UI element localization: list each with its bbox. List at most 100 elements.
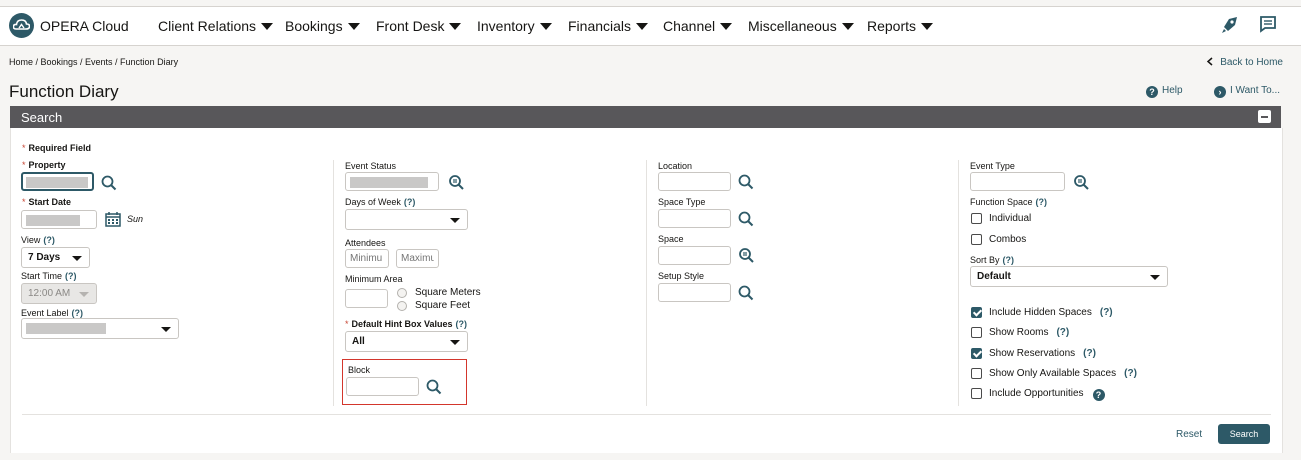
chevron-down-icon [79, 292, 89, 297]
search-icon[interactable] [738, 174, 754, 190]
reset-link[interactable]: Reset [1176, 429, 1202, 440]
show-only-available-label: Show Only Available Spaces (?) [989, 368, 1137, 379]
space-type-label: Space Type [658, 197, 706, 207]
space-type-input[interactable] [658, 209, 731, 228]
individual-checkbox[interactable] [971, 213, 982, 224]
separator [22, 414, 1271, 415]
search-icon[interactable] [426, 379, 442, 395]
column-divider [646, 160, 647, 406]
chevron-down-icon [161, 327, 171, 332]
property-input[interactable] [21, 172, 94, 191]
search-panel-title: Search [21, 110, 63, 125]
include-opportunities-label: Include Opportunities? [989, 388, 1109, 401]
chevron-down-icon [449, 23, 462, 30]
event-label-select[interactable] [21, 318, 179, 339]
search-icon[interactable] [101, 175, 117, 191]
include-hidden-spaces-label: Include Hidden Spaces (?) [989, 307, 1113, 318]
space-input[interactable] [658, 246, 731, 265]
collapse-icon[interactable] [1258, 110, 1271, 123]
chevron-down-icon [1150, 275, 1160, 280]
view-select[interactable]: 7 Days [21, 247, 90, 268]
event-status-input[interactable] [345, 172, 439, 191]
default-hint-select[interactable]: All [345, 331, 468, 352]
include-hidden-spaces-checkbox[interactable] [971, 307, 982, 318]
menu-financials[interactable]: Financials [568, 18, 649, 34]
search-list-icon[interactable] [738, 247, 755, 264]
search-list-icon[interactable] [1073, 174, 1090, 191]
combos-checkbox[interactable] [971, 234, 982, 245]
column-divider [333, 160, 334, 406]
arrow-right-icon: › [1214, 86, 1226, 98]
square-feet-label: Square Feet [415, 300, 471, 311]
event-type-label: Event Type [970, 161, 1015, 171]
event-type-input[interactable] [970, 172, 1065, 191]
days-of-week-label: Days of Week (?) [345, 197, 416, 207]
search-icon[interactable] [738, 211, 754, 227]
setup-style-input[interactable] [658, 283, 731, 302]
property-label: * Property [22, 160, 66, 170]
menu-inventory[interactable]: Inventory [477, 18, 552, 34]
chevron-down-icon [921, 23, 934, 30]
menu-bookings[interactable]: Bookings [285, 18, 360, 34]
chevron-left-icon [1207, 57, 1213, 66]
sort-by-label: Sort By (?) [970, 255, 1015, 265]
required-field-note: * Required Field [22, 143, 92, 153]
show-rooms-label: Show Rooms (?) [989, 327, 1070, 338]
square-feet-radio[interactable] [397, 301, 407, 311]
calendar-icon[interactable] [105, 211, 121, 227]
chevron-down-icon [636, 23, 649, 30]
individual-label: Individual [989, 213, 1032, 224]
show-only-available-checkbox[interactable] [971, 368, 982, 379]
column-divider [958, 160, 959, 406]
opera-logo-icon[interactable] [9, 13, 34, 38]
menu-front-desk[interactable]: Front Desk [376, 18, 462, 34]
include-opportunities-checkbox[interactable] [971, 388, 982, 399]
help-icon[interactable]: ? [1092, 389, 1105, 401]
menu-miscellaneous[interactable]: Miscellaneous [748, 18, 854, 34]
menu-reports[interactable]: Reports [867, 18, 934, 34]
i-want-to-link[interactable]: › I Want To... [1214, 85, 1280, 98]
start-time-label: Start Time (?) [21, 271, 77, 281]
attendees-max-input[interactable] [396, 249, 439, 268]
combos-label: Combos [989, 234, 1027, 245]
menu-client-relations[interactable]: Client Relations [158, 18, 274, 34]
block-input[interactable] [346, 377, 419, 396]
chevron-down-icon [841, 23, 854, 30]
start-date-label: * Start Date [22, 197, 72, 207]
help-link[interactable]: ? Help [1146, 85, 1183, 98]
app-title[interactable]: OPERA Cloud [40, 18, 129, 34]
messages-icon[interactable] [1259, 15, 1277, 38]
search-icon[interactable] [738, 285, 754, 301]
square-meters-radio[interactable] [397, 288, 407, 298]
breadcrumb[interactable]: Home / Bookings / Events / Function Diar… [9, 57, 178, 67]
search-list-icon[interactable] [448, 174, 465, 191]
function-space-label: Function Space (?) [970, 197, 1048, 207]
minimum-area-label: Minimum Area [345, 274, 403, 284]
block-label: Block [348, 365, 371, 375]
show-reservations-label: Show Reservations (?) [989, 348, 1096, 359]
show-reservations-checkbox[interactable] [971, 348, 982, 359]
location-label: Location [658, 161, 693, 171]
chevron-down-icon [720, 23, 733, 30]
attendees-min-input[interactable] [345, 249, 389, 268]
setup-style-label: Setup Style [658, 271, 705, 281]
days-of-week-select[interactable] [345, 209, 468, 230]
square-meters-label: Square Meters [415, 287, 481, 298]
start-date-input[interactable] [21, 210, 97, 229]
start-time-select: 12:00 AM [21, 283, 97, 304]
page-title: Function Diary [9, 82, 119, 101]
search-button[interactable]: Search [1218, 424, 1270, 444]
rocket-icon[interactable] [1221, 15, 1239, 40]
chevron-down-icon [539, 23, 552, 30]
event-status-label: Event Status [345, 161, 397, 171]
event-label-label: Event Label (?) [21, 308, 84, 318]
back-to-home-link[interactable]: Back to Home [1206, 57, 1283, 68]
show-rooms-checkbox[interactable] [971, 327, 982, 338]
default-hint-label: * Default Hint Box Values (?) [345, 319, 468, 329]
location-input[interactable] [658, 172, 731, 191]
start-day-label: Sun [127, 214, 144, 224]
menu-channel[interactable]: Channel [663, 18, 733, 34]
sort-by-select[interactable]: Default [970, 266, 1168, 287]
minimum-area-input[interactable] [345, 289, 388, 308]
chevron-down-icon [347, 23, 360, 30]
